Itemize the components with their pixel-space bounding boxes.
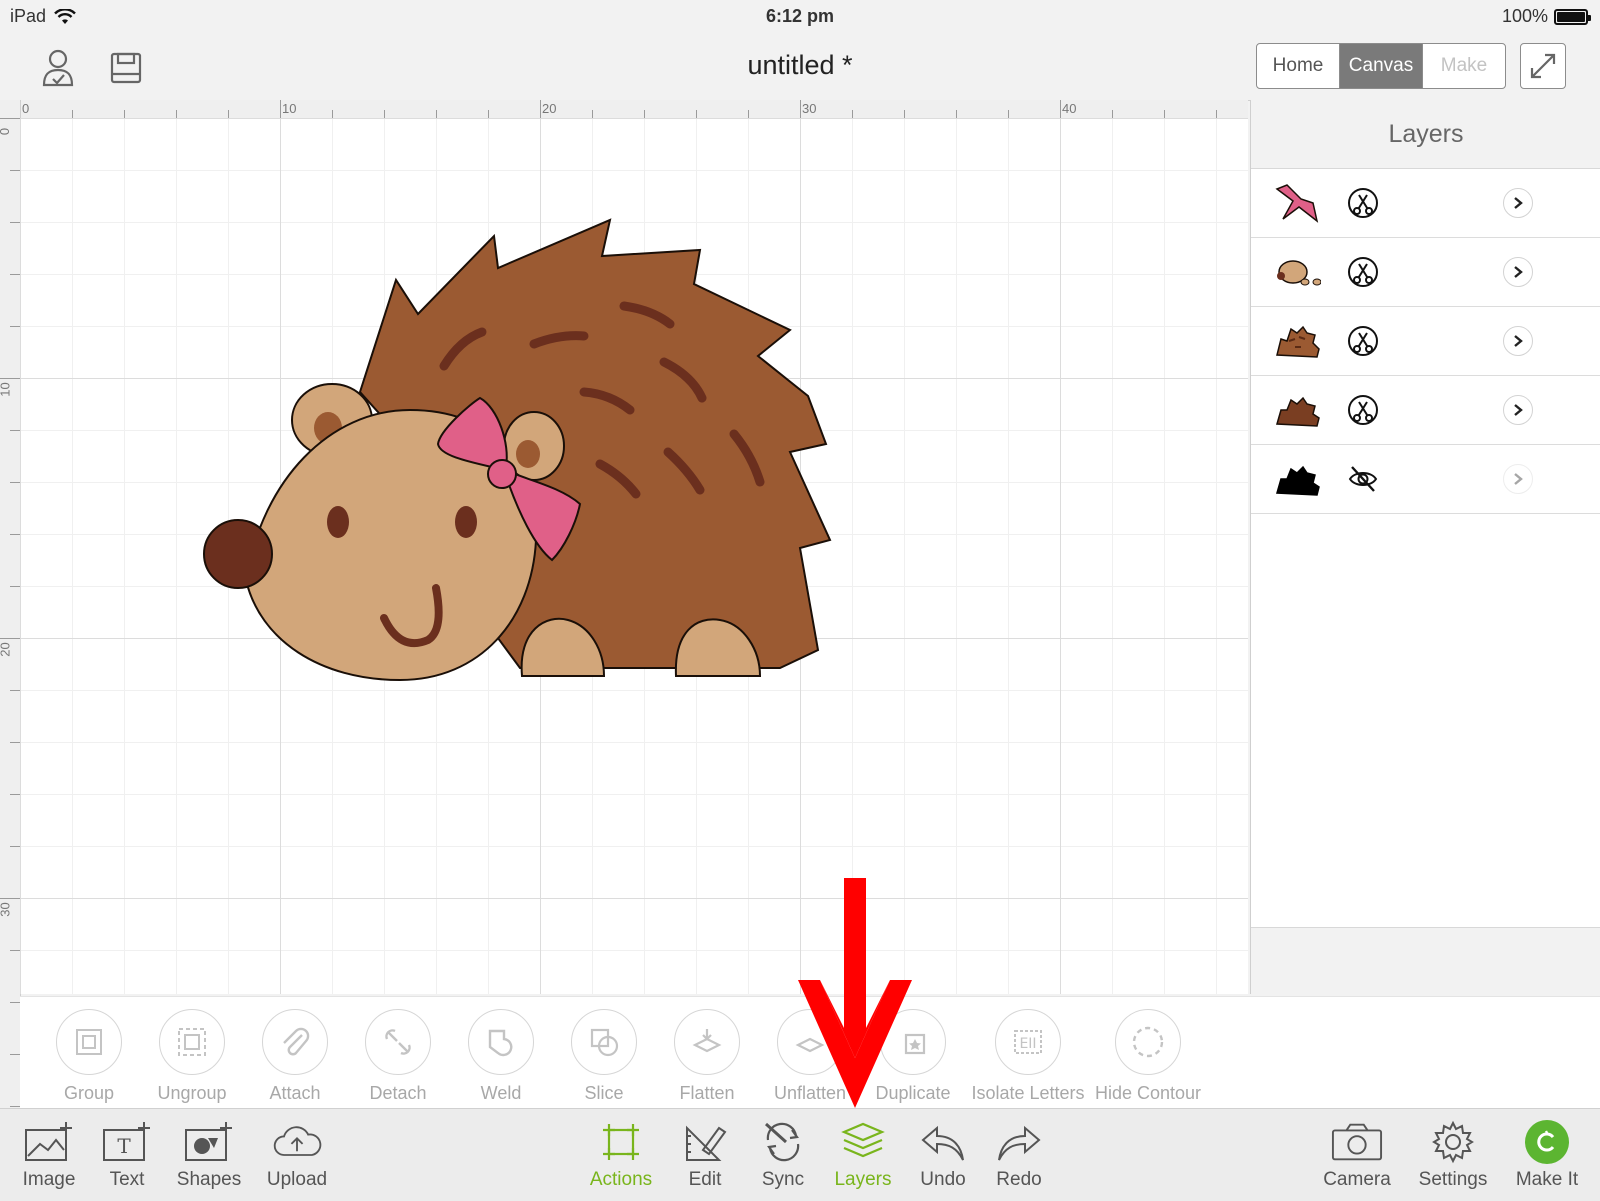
shadow-thumbnail-icon [1276,465,1320,496]
svg-text:T: T [117,1134,131,1158]
image-icon [25,1122,72,1161]
flatten-icon [692,1029,722,1053]
layers-icon [841,1122,885,1158]
edit-button[interactable]: Edit [664,1119,746,1191]
tab-make[interactable]: Make [1423,44,1505,88]
spikes-thumbnail-icon [1276,325,1320,358]
scissors-icon[interactable] [1347,325,1379,357]
text-button[interactable]: T Text [86,1119,168,1191]
upload-button[interactable]: Upload [256,1119,338,1191]
group-icon [76,1029,102,1055]
layers-title: Layers [1251,100,1600,169]
undo-icon [921,1125,964,1161]
attach-button[interactable]: Attach [245,1009,345,1104]
text-icon: T [103,1122,150,1161]
flatten-button[interactable]: Flatten [657,1009,757,1104]
layer-row[interactable] [1251,238,1600,307]
status-time: 6:12 pm [765,6,835,26]
undo-button[interactable]: Undo [902,1119,984,1191]
battery-icon [1554,8,1591,25]
chevron-right-icon[interactable] [1503,326,1533,356]
actions-toolbar-button[interactable]: Actions [580,1119,662,1191]
layers-list [1251,169,1600,928]
ruler-horizontal: 0 10 20 30 40 [20,100,1248,119]
ruler-label: 20 [542,101,557,116]
ruler-label: 10 [0,382,13,397]
settings-button[interactable]: Settings [1412,1119,1494,1191]
make-it-button[interactable]: Make It [1506,1119,1588,1191]
weld-button[interactable]: Weld [451,1009,551,1104]
battery-percent: 100% [1501,6,1548,26]
sync-icon [764,1122,800,1162]
ruler-label: 20 [0,642,13,657]
sync-button[interactable]: Sync [742,1119,824,1191]
isolate-letters-icon: EII [1014,1030,1042,1054]
camera-button[interactable]: Camera [1316,1119,1398,1191]
scissors-icon[interactable] [1347,256,1379,288]
annotation-arrow-icon [798,878,912,1108]
slice-button[interactable]: Slice [554,1009,654,1104]
redo-button[interactable]: Redo [978,1119,1060,1191]
detach-icon [385,1029,411,1055]
image-button[interactable]: Image [8,1119,90,1191]
hedgehog-design[interactable] [20,118,1248,994]
paperclip-icon [283,1027,310,1056]
svg-text:EII: EII [1019,1036,1036,1052]
layers-panel: Layers [1250,100,1600,994]
edit-icon [686,1125,727,1161]
ungroup-icon [178,1028,206,1056]
chevron-right-icon[interactable] [1503,395,1533,425]
ruler-label: 30 [0,902,13,917]
group-button[interactable]: Group [39,1009,139,1104]
hide-contour-icon [1132,1026,1164,1058]
isolate-letters-button[interactable]: EII Isolate Letters [966,1009,1090,1104]
design-canvas[interactable] [20,118,1248,994]
ruler-label: 0 [22,101,30,116]
chevron-right-icon[interactable] [1503,257,1533,287]
redo-icon [998,1125,1041,1161]
ruler-label: 40 [1062,101,1077,116]
actions-icon [603,1124,639,1160]
top-nav: untitled * Home Canvas Make [0,34,1600,101]
face-thumbnail-icon [1277,260,1321,286]
tab-home[interactable]: Home [1257,44,1340,88]
expand-icon [1530,53,1556,79]
status-bar: iPad 6:12 pm 100% [0,0,1600,34]
bow-thumbnail-icon [1275,184,1319,223]
ungroup-button[interactable]: Ungroup [142,1009,242,1104]
layers-toolbar-button[interactable]: Layers [822,1119,904,1191]
ruler-vertical: 0 10 20 30 [0,100,21,1110]
eye-right [455,506,477,538]
ruler-label: 0 [0,128,12,135]
make-it-icon [1525,1120,1569,1164]
shapes-button[interactable]: Shapes [168,1119,250,1191]
fullscreen-button[interactable] [1520,43,1566,89]
layer-row[interactable] [1251,445,1600,514]
gear-icon [1432,1120,1474,1164]
bottom-toolbar: Image T Text Shapes Upload Actions Edit … [0,1108,1600,1201]
ruler-label: 30 [802,101,817,116]
scissors-icon[interactable] [1347,187,1379,219]
ruler-label: 10 [282,101,297,116]
eye-slash-icon[interactable] [1347,463,1379,495]
body-thumbnail-icon [1276,396,1320,427]
hide-contour-button[interactable]: Hide Contour [1080,1009,1216,1104]
mode-switcher: Home Canvas Make [1256,43,1506,89]
chevron-right-icon[interactable] [1503,464,1533,494]
layer-row[interactable] [1251,376,1600,445]
shapes-icon [185,1122,232,1161]
slice-icon [590,1028,619,1057]
upload-icon [273,1126,322,1156]
tab-canvas[interactable]: Canvas [1340,44,1423,88]
detach-button[interactable]: Detach [348,1009,448,1104]
nose [203,519,273,589]
camera-icon [1331,1123,1383,1161]
weld-icon [488,1029,513,1057]
scissors-icon[interactable] [1347,394,1379,426]
layer-row[interactable] [1251,169,1600,238]
eye-left [327,506,349,538]
layer-row[interactable] [1251,307,1600,376]
chevron-right-icon[interactable] [1503,188,1533,218]
